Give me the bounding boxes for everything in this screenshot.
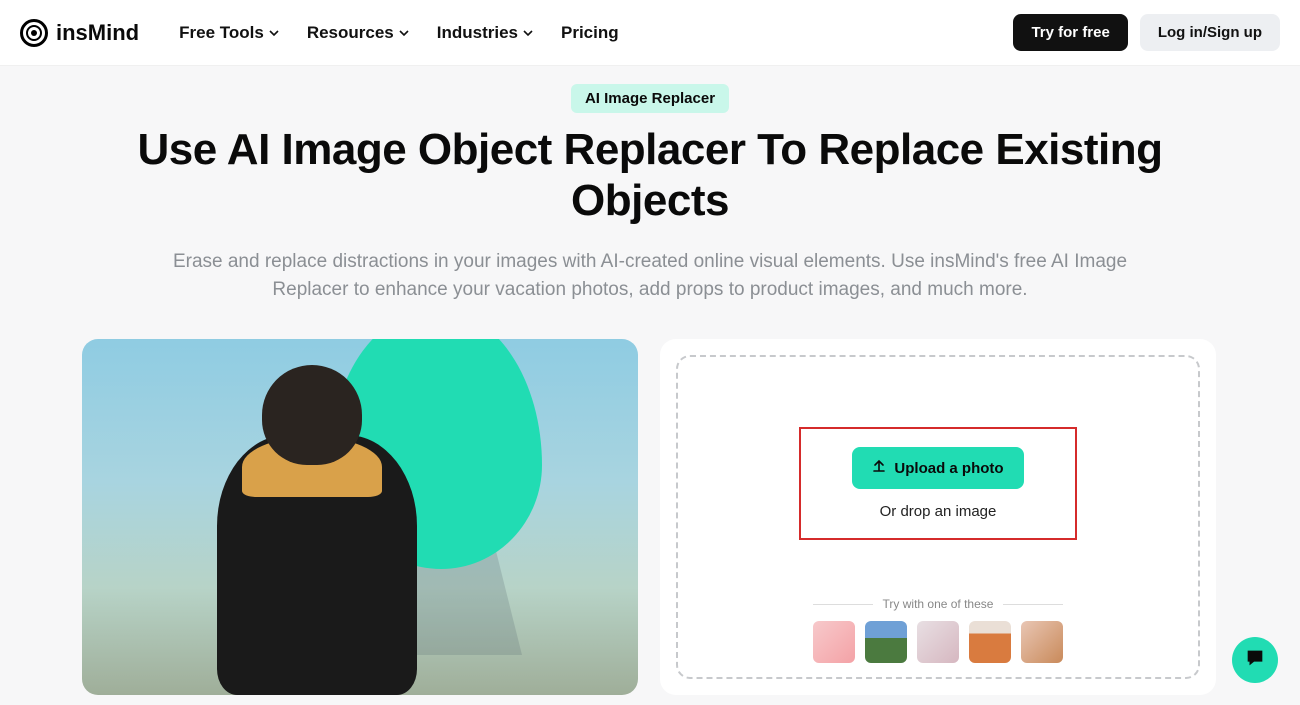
person-illustration [172, 365, 432, 695]
sample-thumb-5[interactable] [1021, 621, 1063, 663]
header: insMind Free Tools Resources Industries … [0, 0, 1300, 66]
main-nav: Free Tools Resources Industries Pricing [179, 23, 1013, 43]
samples-section: Try with one of these [678, 597, 1198, 663]
chevron-down-icon [269, 28, 279, 38]
upload-photo-button[interactable]: Upload a photo [852, 447, 1023, 489]
nav-label: Industries [437, 23, 518, 43]
nav-pricing[interactable]: Pricing [561, 23, 619, 43]
header-actions: Try for free Log in/Sign up [1013, 14, 1280, 51]
logo[interactable]: insMind [20, 19, 139, 47]
hero: AI Image Replacer Use AI Image Object Re… [0, 84, 1300, 303]
sample-thumb-4[interactable] [969, 621, 1011, 663]
drop-text: Or drop an image [880, 503, 997, 520]
try-for-free-button[interactable]: Try for free [1013, 14, 1127, 51]
upload-button-label: Upload a photo [894, 460, 1003, 477]
chevron-down-icon [399, 28, 409, 38]
logo-text: insMind [56, 20, 139, 46]
nav-free-tools[interactable]: Free Tools [179, 23, 279, 43]
sample-thumb-2[interactable] [865, 621, 907, 663]
sample-thumbs [678, 621, 1198, 663]
logo-icon [20, 19, 48, 47]
dropzone[interactable]: Upload a photo Or drop an image Try with… [676, 355, 1200, 679]
nav-label: Resources [307, 23, 394, 43]
page-title: Use AI Image Object Replacer To Replace … [60, 125, 1240, 226]
sample-thumb-1[interactable] [813, 621, 855, 663]
nav-industries[interactable]: Industries [437, 23, 533, 43]
upload-panel: Upload a photo Or drop an image Try with… [660, 339, 1216, 695]
samples-label: Try with one of these [678, 597, 1198, 611]
nav-resources[interactable]: Resources [307, 23, 409, 43]
sample-thumb-3[interactable] [917, 621, 959, 663]
page-subtitle: Erase and replace distractions in your i… [150, 248, 1150, 303]
upload-icon [872, 459, 886, 477]
chat-icon [1244, 647, 1266, 674]
content-row: Upload a photo Or drop an image Try with… [0, 339, 1300, 695]
nav-label: Free Tools [179, 23, 264, 43]
login-signup-button[interactable]: Log in/Sign up [1140, 14, 1280, 51]
nav-label: Pricing [561, 23, 619, 43]
hero-badge: AI Image Replacer [571, 84, 729, 113]
chevron-down-icon [523, 28, 533, 38]
chat-fab[interactable] [1232, 637, 1278, 683]
upload-highlight-box: Upload a photo Or drop an image [799, 427, 1077, 540]
main-content: AI Image Replacer Use AI Image Object Re… [0, 66, 1300, 705]
preview-image [82, 339, 638, 695]
